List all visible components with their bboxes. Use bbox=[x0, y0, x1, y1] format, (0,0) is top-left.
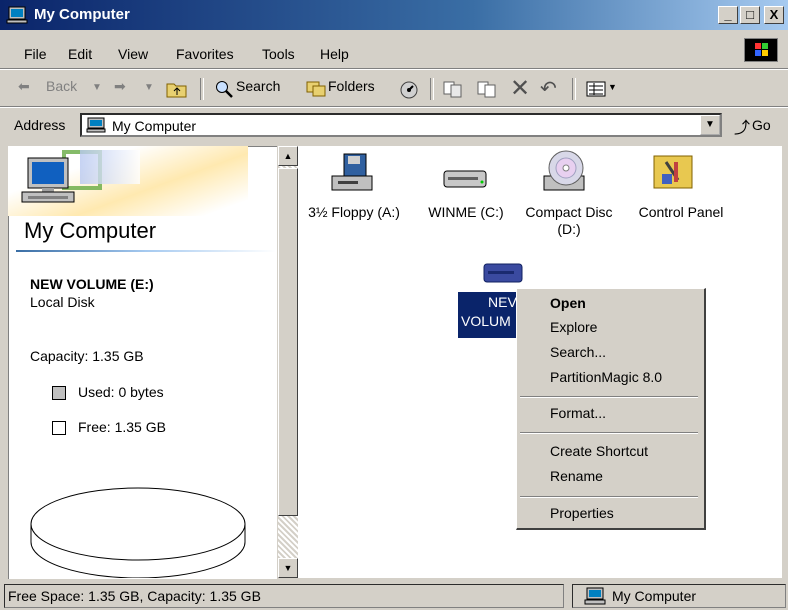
context-menu-explore[interactable]: Explore bbox=[550, 319, 597, 335]
banner-decoration bbox=[80, 150, 140, 184]
go-button[interactable]: Go bbox=[752, 117, 771, 133]
windows-logo-icon bbox=[744, 38, 778, 62]
folders-button[interactable]: Folders bbox=[328, 78, 375, 94]
capacity-text: Capacity: 1.35 GB bbox=[30, 348, 144, 364]
cd-drive-label-line1[interactable]: Compact Disc bbox=[516, 204, 622, 220]
scroll-down-button[interactable]: ▼ bbox=[278, 558, 298, 578]
menu-favorites[interactable]: Favorites bbox=[176, 46, 234, 62]
context-menu-search[interactable]: Search... bbox=[550, 344, 606, 360]
address-value: My Computer bbox=[112, 118, 197, 134]
search-icon bbox=[216, 81, 233, 98]
context-menu-separator bbox=[520, 496, 698, 498]
go-arrow-icon: ⤴ bbox=[734, 120, 751, 137]
forward-dropdown-icon[interactable]: ▼ bbox=[144, 82, 154, 93]
close-button[interactable]: X bbox=[764, 6, 784, 24]
history-icon[interactable] bbox=[398, 80, 420, 100]
free-legend-swatch bbox=[52, 421, 66, 435]
hard-drive-icon[interactable] bbox=[442, 168, 488, 192]
menu-tools[interactable]: Tools bbox=[262, 46, 295, 62]
context-menu-create-shortcut[interactable]: Create Shortcut bbox=[550, 443, 648, 459]
menu-divider bbox=[0, 68, 788, 70]
pane-title: My Computer bbox=[24, 218, 157, 243]
menu-file[interactable]: File bbox=[24, 46, 47, 62]
hard-drive-label[interactable]: WINME (C:) bbox=[418, 204, 514, 220]
status-text: Free Space: 1.35 GB, Capacity: 1.35 GB bbox=[8, 588, 261, 604]
address-label: Address bbox=[14, 117, 66, 133]
menu-help[interactable]: Help bbox=[320, 46, 349, 62]
address-dropdown-button[interactable]: ▼ bbox=[700, 115, 720, 135]
cd-drive-label-line2[interactable]: (D:) bbox=[516, 221, 622, 237]
selected-drive-label-line1[interactable]: NEV bbox=[488, 294, 517, 310]
used-legend-swatch bbox=[52, 386, 66, 400]
my-computer-icon bbox=[584, 587, 606, 605]
scroll-up-button[interactable]: ▲ bbox=[278, 146, 298, 166]
toolbar-separator bbox=[430, 78, 434, 100]
status-zone-text: My Computer bbox=[612, 588, 697, 604]
menu-view[interactable]: View bbox=[118, 46, 148, 62]
move-to-icon[interactable] bbox=[442, 80, 464, 98]
disk-pie-chart bbox=[30, 487, 246, 578]
copy-to-icon[interactable] bbox=[476, 80, 498, 98]
search-button[interactable]: Search bbox=[236, 78, 280, 94]
floppy-drive-icon[interactable] bbox=[328, 152, 376, 196]
maximize-button[interactable]: □ bbox=[740, 6, 760, 24]
cd-drive-icon[interactable] bbox=[540, 148, 590, 196]
used-text: Used: 0 bytes bbox=[78, 384, 164, 400]
free-text: Free: 1.35 GB bbox=[78, 419, 166, 435]
toolbar-separator bbox=[200, 78, 204, 100]
undo-icon[interactable]: ↶ bbox=[540, 76, 557, 101]
context-menu-properties[interactable]: Properties bbox=[550, 505, 614, 521]
toolbar-divider bbox=[0, 106, 788, 108]
selected-drive-icon[interactable] bbox=[482, 260, 524, 286]
folders-icon bbox=[306, 81, 326, 97]
pane-title-underline bbox=[16, 250, 276, 252]
views-dropdown-icon[interactable]: ▼ bbox=[608, 82, 617, 92]
views-icon[interactable] bbox=[586, 80, 606, 98]
back-arrow-icon: ⬅ bbox=[18, 78, 30, 94]
menu-edit[interactable]: Edit bbox=[68, 46, 92, 62]
window-title: My Computer bbox=[34, 6, 130, 23]
floppy-drive-label[interactable]: 3½ Floppy (A:) bbox=[300, 204, 408, 220]
my-computer-icon bbox=[86, 117, 106, 133]
context-menu-separator bbox=[520, 432, 698, 434]
back-dropdown-icon[interactable]: ▼ bbox=[92, 82, 102, 93]
context-menu-open[interactable]: Open bbox=[550, 295, 586, 311]
volume-name: NEW VOLUME (E:) bbox=[30, 276, 154, 292]
control-panel-label[interactable]: Control Panel bbox=[626, 204, 736, 220]
context-menu-separator bbox=[520, 396, 698, 398]
scrollbar-thumb[interactable] bbox=[278, 168, 298, 516]
minimize-button[interactable]: _ bbox=[718, 6, 738, 24]
up-folder-icon[interactable] bbox=[166, 80, 188, 98]
context-menu-format[interactable]: Format... bbox=[550, 405, 606, 421]
control-panel-icon[interactable] bbox=[652, 150, 696, 192]
computer-icon bbox=[21, 157, 75, 203]
context-menu-rename[interactable]: Rename bbox=[550, 468, 603, 484]
volume-type: Local Disk bbox=[30, 294, 95, 310]
my-computer-icon bbox=[6, 6, 28, 24]
toolbar-separator bbox=[572, 78, 576, 100]
address-field[interactable]: My Computer ▼ bbox=[80, 113, 722, 137]
context-menu-partitionmagic[interactable]: PartitionMagic 8.0 bbox=[550, 369, 662, 385]
context-menu bbox=[516, 288, 706, 530]
back-button[interactable]: Back bbox=[46, 78, 77, 94]
forward-button[interactable]: ➡ bbox=[114, 78, 126, 95]
delete-icon[interactable]: ✕ bbox=[510, 74, 530, 103]
selected-drive-label-line2[interactable]: VOLUM bbox=[461, 313, 511, 329]
